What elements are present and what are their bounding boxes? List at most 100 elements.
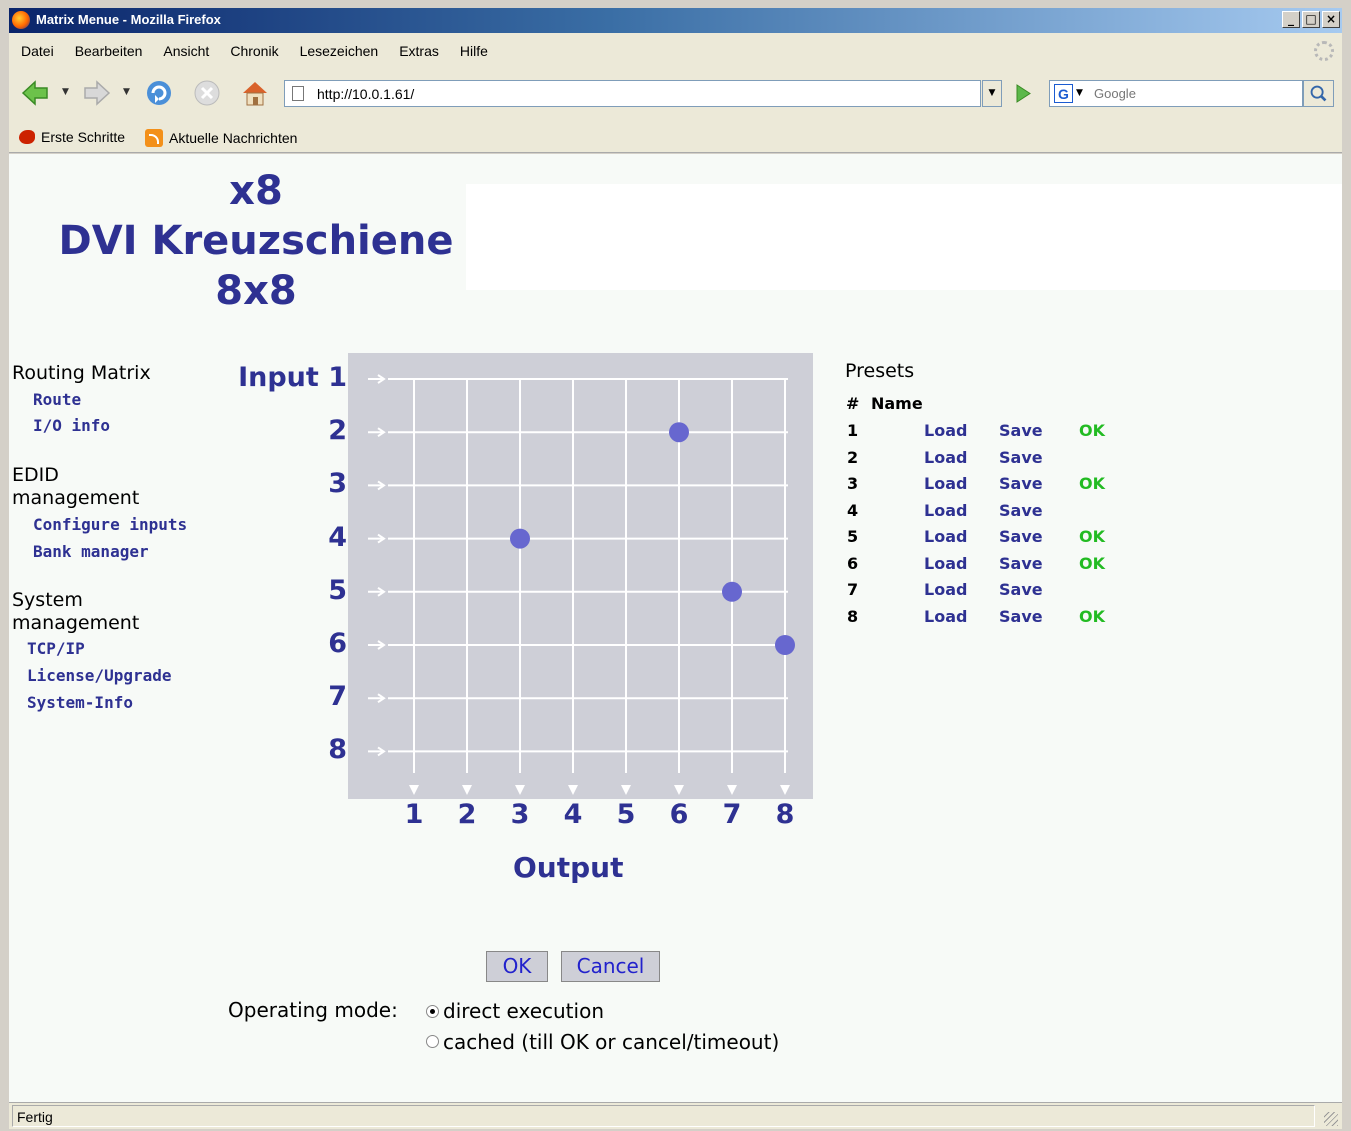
preset-save-link[interactable]: Save [999,474,1043,493]
window-frame [0,0,9,1131]
nav-link-system-info[interactable]: System-Info [27,693,133,712]
input-label-1: 1 [328,362,347,393]
back-arrow-icon[interactable] [21,79,49,107]
preset-save-link[interactable]: Save [999,607,1043,626]
menu-bar: Datei Bearbeiten Ansicht Chronik Lesezei… [9,33,1342,69]
back-history-dropdown-icon[interactable]: ▼ [62,87,69,97]
preset-ok-status: OK [1079,553,1105,573]
page-icon [292,86,304,101]
bookmark-erste-schritte[interactable]: Erste Schritte [19,129,125,145]
output-label-2: 2 [457,799,477,830]
resize-grip-icon[interactable] [1324,1112,1338,1126]
forward-history-dropdown-icon[interactable]: ▼ [123,87,130,97]
url-bar[interactable]: http://10.0.1.61/ [284,80,981,107]
output-label-5: 5 [616,799,636,830]
nav-link-io-info[interactable]: I/O info [33,416,110,435]
radio-direct-execution[interactable] [426,1005,439,1018]
route-dot[interactable] [510,528,530,549]
route-dot[interactable] [669,422,689,443]
output-axis-title: Output [513,851,624,884]
nav-link-route[interactable]: Route [33,390,81,409]
input-title-text: Input [238,362,319,393]
input-label-8: 8 [328,734,347,766]
maximize-button[interactable]: □ [1302,11,1320,28]
radio-direct-execution-label[interactable]: direct execution [443,999,604,1023]
preset-load-link[interactable]: Load [924,448,967,467]
preset-load-link[interactable]: Load [924,580,967,599]
preset-save-link[interactable]: Save [999,501,1043,520]
section-edid-management: EDID management [12,464,140,509]
logo-size: 8x8 [215,268,297,314]
preset-load-link[interactable]: Load [924,607,967,626]
search-engine-dropdown-icon: ▼ [1076,88,1083,98]
nav-link-license-upgrade[interactable]: License/Upgrade [27,666,172,685]
route-dot[interactable] [775,635,795,655]
preset-number: 5 [847,527,859,546]
throbber-icon [1314,41,1334,61]
logo-title: DVI Kreuzschiene [58,218,454,264]
preset-load-link[interactable]: Load [924,421,967,440]
preset-ok-status: OK [1079,474,1105,493]
firefox-icon [12,11,30,29]
forward-arrow-icon[interactable] [83,79,111,107]
preset-save-link[interactable]: Save [999,421,1043,440]
menu-ansicht[interactable]: Ansicht [163,43,209,59]
routing-matrix-grid[interactable] [348,353,813,799]
close-button[interactable]: × [1322,11,1340,28]
search-input[interactable]: Google [1088,80,1303,107]
search-engine-selector[interactable]: G ▼ [1049,80,1089,107]
nav-link-tcp-ip[interactable]: TCP/IP [27,639,85,658]
status-bar: Fertig [9,1102,1342,1129]
nav-link-configure-inputs[interactable]: Configure inputs [33,515,187,534]
page-content: x8 DVI Kreuzschiene 8x8 Routing Matrix R… [9,154,1342,1102]
preset-load-link[interactable]: Load [924,527,967,546]
logo-model: x8 [229,168,283,214]
menu-datei[interactable]: Datei [21,43,54,59]
preset-save-link[interactable]: Save [999,527,1043,546]
ok-button[interactable]: OK [486,951,548,982]
menu-bearbeiten[interactable]: Bearbeiten [75,43,143,59]
input-label-5: 5 [328,574,347,606]
input-arrow-icon [368,427,386,438]
menu-extras[interactable]: Extras [399,43,439,59]
radio-cached[interactable] [426,1035,439,1048]
route-dot[interactable] [722,581,742,602]
menu-hilfe[interactable]: Hilfe [460,43,488,59]
output-label-1: 1 [404,799,424,830]
preset-save-link[interactable]: Save [999,580,1043,599]
google-icon: G [1054,84,1073,103]
output-arrow-icon [674,785,684,795]
preset-load-link[interactable]: Load [924,554,967,573]
bookmarks-toolbar: Erste Schritte Aktuelle Nachrichten [9,121,1342,153]
input-arrow-icon [368,533,386,544]
output-label-3: 3 [510,799,530,830]
header-banner [466,184,1342,290]
go-arrow-icon[interactable] [1009,80,1036,107]
output-arrow-icon [462,785,472,795]
preset-number: 8 [847,606,859,626]
bookmark-aktuelle-nachrichten[interactable]: Aktuelle Nachrichten [145,129,297,147]
output-arrow-icon [568,785,578,795]
url-dropdown-icon[interactable]: ▼ [982,80,1002,107]
input-label-2: 2 [328,415,347,447]
reload-icon[interactable] [145,79,173,107]
preset-load-link[interactable]: Load [924,474,967,493]
preset-load-link[interactable]: Load [924,501,967,520]
magnifier-icon[interactable] [1303,80,1334,107]
input-arrow-icon [368,746,386,757]
home-icon[interactable] [241,79,269,107]
radio-cached-label[interactable]: cached (till OK or cancel/timeout) [443,1030,779,1054]
cancel-button[interactable]: Cancel [561,951,660,982]
nav-link-bank-manager[interactable]: Bank manager [33,542,149,561]
section-routing-matrix: Routing Matrix [12,362,151,384]
output-label-6: 6 [669,799,689,830]
preset-number: 3 [847,474,859,493]
preset-save-link[interactable]: Save [999,554,1043,573]
menu-chronik[interactable]: Chronik [230,43,278,59]
preset-save-link[interactable]: Save [999,448,1043,467]
url-text[interactable]: http://10.0.1.61/ [317,86,414,102]
input-label-7: 7 [328,681,347,713]
minimize-button[interactable]: _ [1282,11,1300,28]
menu-lesezeichen[interactable]: Lesezeichen [300,43,379,59]
stop-icon[interactable] [193,79,221,107]
